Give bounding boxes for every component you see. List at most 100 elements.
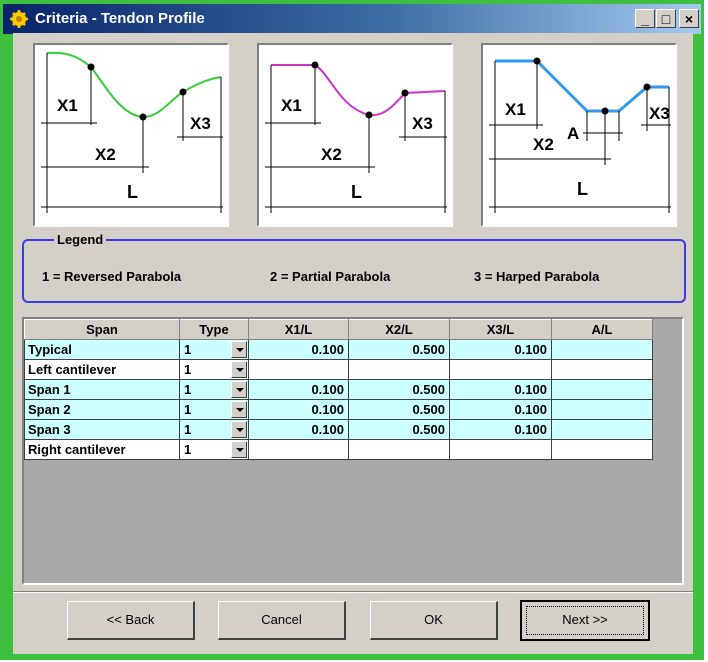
table-row: Span 2 1 0.100 0.500 0.100 — [24, 399, 653, 420]
dropdown-arrow-icon[interactable] — [231, 341, 247, 358]
legend-item-reversed: 1 = Reversed Parabola — [42, 269, 182, 284]
a-cell[interactable] — [551, 359, 653, 380]
column-header-a[interactable]: A/L — [551, 319, 653, 340]
dropdown-arrow-icon[interactable] — [231, 361, 247, 378]
x3-cell[interactable] — [449, 359, 552, 380]
x2-label: X2 — [321, 145, 342, 164]
column-header-type[interactable]: Type — [179, 319, 249, 340]
l-label: L — [351, 182, 362, 202]
spans-grid[interactable]: Span Type X1/L X2/L X3/L A/L Typical 1 0… — [22, 317, 684, 585]
dialog-client: X1 X2 X3 L X1 X2 X3 L X1 X2 A X3 L Legen… — [13, 33, 693, 654]
next-button[interactable]: Next >> — [520, 600, 650, 641]
column-header-x2[interactable]: X2/L — [348, 319, 450, 340]
table-row: Typical 1 0.100 0.500 0.100 — [24, 339, 653, 360]
x1-cell[interactable]: 0.100 — [248, 339, 349, 360]
x1-cell[interactable]: 0.100 — [248, 419, 349, 440]
a-cell[interactable] — [551, 439, 653, 460]
type-select[interactable]: 1 — [179, 399, 249, 420]
dropdown-arrow-icon[interactable] — [231, 401, 247, 418]
x1-cell[interactable]: 0.100 — [248, 379, 349, 400]
x2-cell[interactable]: 0.500 — [348, 379, 450, 400]
x2-cell[interactable] — [348, 439, 450, 460]
span-cell[interactable]: Left cantilever — [24, 359, 180, 380]
next-button-label: Next >> — [562, 612, 608, 627]
x3-cell[interactable]: 0.100 — [449, 419, 552, 440]
type-select[interactable]: 1 — [179, 419, 249, 440]
type-select[interactable]: 1 — [179, 379, 249, 400]
span-cell[interactable]: Right cantilever — [24, 439, 180, 460]
type-value: 1 — [184, 342, 192, 357]
a-cell[interactable] — [551, 419, 653, 440]
back-button-label: << Back — [106, 612, 155, 627]
x2-cell[interactable] — [348, 359, 450, 380]
x2-cell[interactable]: 0.500 — [348, 399, 450, 420]
a-cell[interactable] — [551, 339, 653, 360]
legend-item-partial: 2 = Partial Parabola — [270, 269, 391, 284]
legend-group: Legend 1 = Reversed Parabola 2 = Partial… — [22, 232, 686, 303]
dialog-window: Criteria - Tendon Profile _ □ × X1 X2 X3… — [0, 0, 704, 660]
type-select[interactable]: 1 — [179, 439, 249, 460]
column-header-x3[interactable]: X3/L — [449, 319, 552, 340]
x1-cell[interactable] — [248, 439, 349, 460]
column-header-x1[interactable]: X1/L — [248, 319, 349, 340]
legend-title: Legend — [54, 232, 107, 247]
legend-item-harped: 3 = Harped Parabola — [474, 269, 600, 284]
type-select[interactable]: 1 — [179, 359, 249, 380]
span-cell[interactable]: Span 2 — [24, 399, 180, 420]
x2-label: X2 — [95, 145, 116, 164]
x1-label: X1 — [281, 96, 302, 115]
type-value: 1 — [184, 382, 192, 397]
partial-parabola-diagram: X1 X2 X3 L — [257, 43, 453, 227]
x2-cell[interactable]: 0.500 — [348, 339, 450, 360]
dropdown-arrow-icon[interactable] — [231, 381, 247, 398]
type-value: 1 — [184, 442, 192, 457]
span-cell[interactable]: Typical — [24, 339, 180, 360]
button-separator — [13, 591, 693, 593]
x2-label: X2 — [533, 135, 554, 154]
x3-label: X3 — [649, 104, 670, 123]
x1-label: X1 — [57, 96, 78, 115]
x3-cell[interactable]: 0.100 — [449, 399, 552, 420]
a-label: A — [567, 124, 579, 143]
close-button[interactable]: × — [679, 9, 699, 28]
reversed-parabola-diagram: X1 X2 X3 L — [33, 43, 229, 227]
a-cell[interactable] — [551, 399, 653, 420]
title-bar[interactable]: Criteria - Tendon Profile _ □ × — [3, 4, 701, 34]
dropdown-arrow-icon[interactable] — [231, 441, 247, 458]
column-header-span[interactable]: Span — [24, 319, 180, 340]
harped-parabola-diagram: X1 X2 A X3 L — [481, 43, 677, 227]
type-value: 1 — [184, 402, 192, 417]
x1-cell[interactable]: 0.100 — [248, 399, 349, 420]
x2-cell[interactable]: 0.500 — [348, 419, 450, 440]
spans-table: Span Type X1/L X2/L X3/L A/L Typical 1 0… — [24, 319, 653, 460]
type-value: 1 — [184, 362, 192, 377]
x1-label: X1 — [505, 100, 526, 119]
x3-label: X3 — [190, 114, 211, 133]
a-cell[interactable] — [551, 379, 653, 400]
span-cell[interactable]: Span 1 — [24, 379, 180, 400]
ok-button[interactable]: OK — [370, 601, 498, 640]
minimize-button[interactable]: _ — [635, 9, 655, 28]
ok-button-label: OK — [424, 612, 443, 627]
table-row: Left cantilever 1 — [24, 359, 653, 380]
l-label: L — [127, 182, 138, 202]
cancel-button-label: Cancel — [261, 612, 302, 627]
table-row: Span 1 1 0.100 0.500 0.100 — [24, 379, 653, 400]
type-select[interactable]: 1 — [179, 339, 249, 360]
x3-label: X3 — [412, 114, 433, 133]
x3-cell[interactable] — [449, 439, 552, 460]
app-icon — [10, 10, 28, 28]
x3-cell[interactable]: 0.100 — [449, 379, 552, 400]
table-row: Right cantilever 1 — [24, 439, 653, 460]
l-label: L — [577, 179, 588, 199]
dropdown-arrow-icon[interactable] — [231, 421, 247, 438]
span-cell[interactable]: Span 3 — [24, 419, 180, 440]
type-value: 1 — [184, 422, 192, 437]
x3-cell[interactable]: 0.100 — [449, 339, 552, 360]
table-row: Span 3 1 0.100 0.500 0.100 — [24, 419, 653, 440]
window-title: Criteria - Tendon Profile — [35, 10, 205, 27]
maximize-button[interactable]: □ — [656, 9, 676, 28]
back-button[interactable]: << Back — [67, 601, 195, 640]
cancel-button[interactable]: Cancel — [218, 601, 346, 640]
x1-cell[interactable] — [248, 359, 349, 380]
